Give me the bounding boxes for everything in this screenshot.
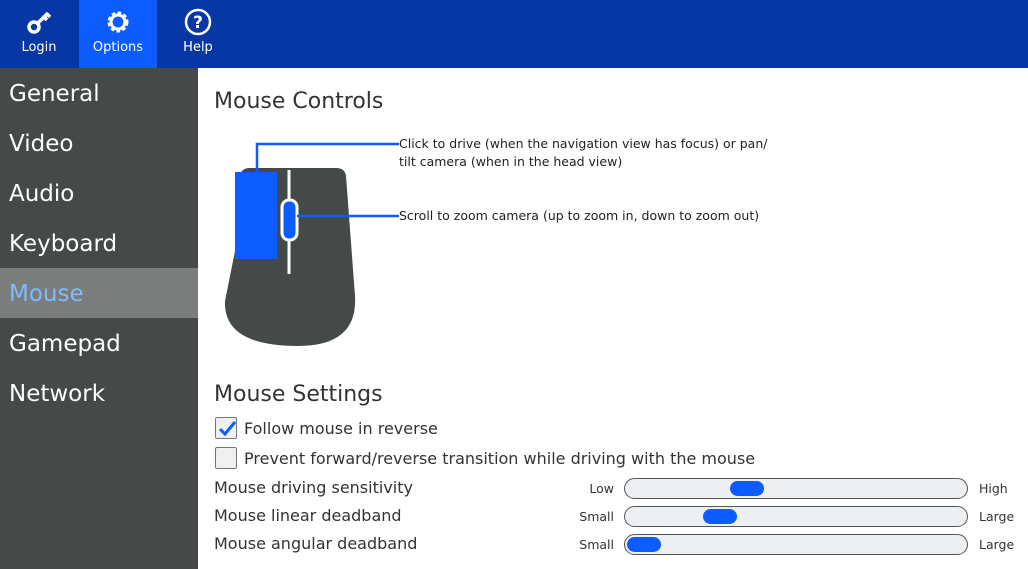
slider-thumb[interactable] <box>627 537 661 552</box>
slider-track[interactable] <box>624 534 968 555</box>
checkmark-icon <box>218 421 237 437</box>
slider-min-label: Small <box>579 537 614 552</box>
login-label: Login <box>21 40 57 55</box>
help-icon: ? <box>184 8 212 36</box>
svg-text:?: ? <box>193 13 203 33</box>
options-label: Options <box>92 40 144 55</box>
gear-icon <box>107 11 129 33</box>
options-button[interactable]: Options <box>79 0 157 68</box>
sidebar-item-general[interactable]: General <box>0 68 198 118</box>
help-label: Help <box>183 40 213 55</box>
slider-track[interactable] <box>624 506 968 527</box>
follow-reverse-checkbox[interactable] <box>215 417 237 439</box>
slider-track[interactable] <box>624 478 968 499</box>
prevent-transition-label: Prevent forward/reverse transition while… <box>244 449 756 468</box>
mouse-settings-title: Mouse Settings <box>214 382 383 407</box>
prevent-transition-checkbox[interactable] <box>215 447 237 469</box>
slider-max-label: Large <box>979 509 1015 524</box>
slider-label: Mouse linear deadband <box>214 506 402 525</box>
mouse-controls-title: Mouse Controls <box>214 89 384 114</box>
main-panel: Mouse Controls Click to drive (when the … <box>198 68 1028 569</box>
sidebar-item-network[interactable]: Network <box>0 368 198 418</box>
slider-thumb[interactable] <box>703 509 737 524</box>
sidebar: General Video Audio Keyboard Mouse Gamep… <box>0 68 198 569</box>
sidebar-item-mouse[interactable]: Mouse <box>0 268 198 318</box>
mouse-diagram-icon <box>224 142 399 346</box>
sidebar-item-keyboard[interactable]: Keyboard <box>0 218 198 268</box>
slider-min-label: Small <box>579 509 614 524</box>
slider-label: Mouse driving sensitivity <box>214 478 413 497</box>
sidebar-item-audio[interactable]: Audio <box>0 168 198 218</box>
top-bar: Login Options ? Help <box>0 0 1028 68</box>
slider-max-label: High <box>979 481 1008 496</box>
scroll-callout: Scroll to zoom camera (up to zoom in, do… <box>399 208 760 223</box>
follow-reverse-label: Follow mouse in reverse <box>244 419 438 438</box>
login-button[interactable]: Login <box>0 0 78 68</box>
slider-max-label: Large <box>979 537 1015 552</box>
slider-min-label: Low <box>589 481 614 496</box>
slider-label: Mouse angular deadband <box>214 534 418 553</box>
key-icon <box>27 11 52 34</box>
sidebar-item-gamepad[interactable]: Gamepad <box>0 318 198 368</box>
help-button[interactable]: ? Help <box>159 0 237 68</box>
click-callout: Click to drive (when the navigation view… <box>399 136 768 169</box>
sidebar-item-video[interactable]: Video <box>0 118 198 168</box>
slider-thumb[interactable] <box>730 481 765 496</box>
